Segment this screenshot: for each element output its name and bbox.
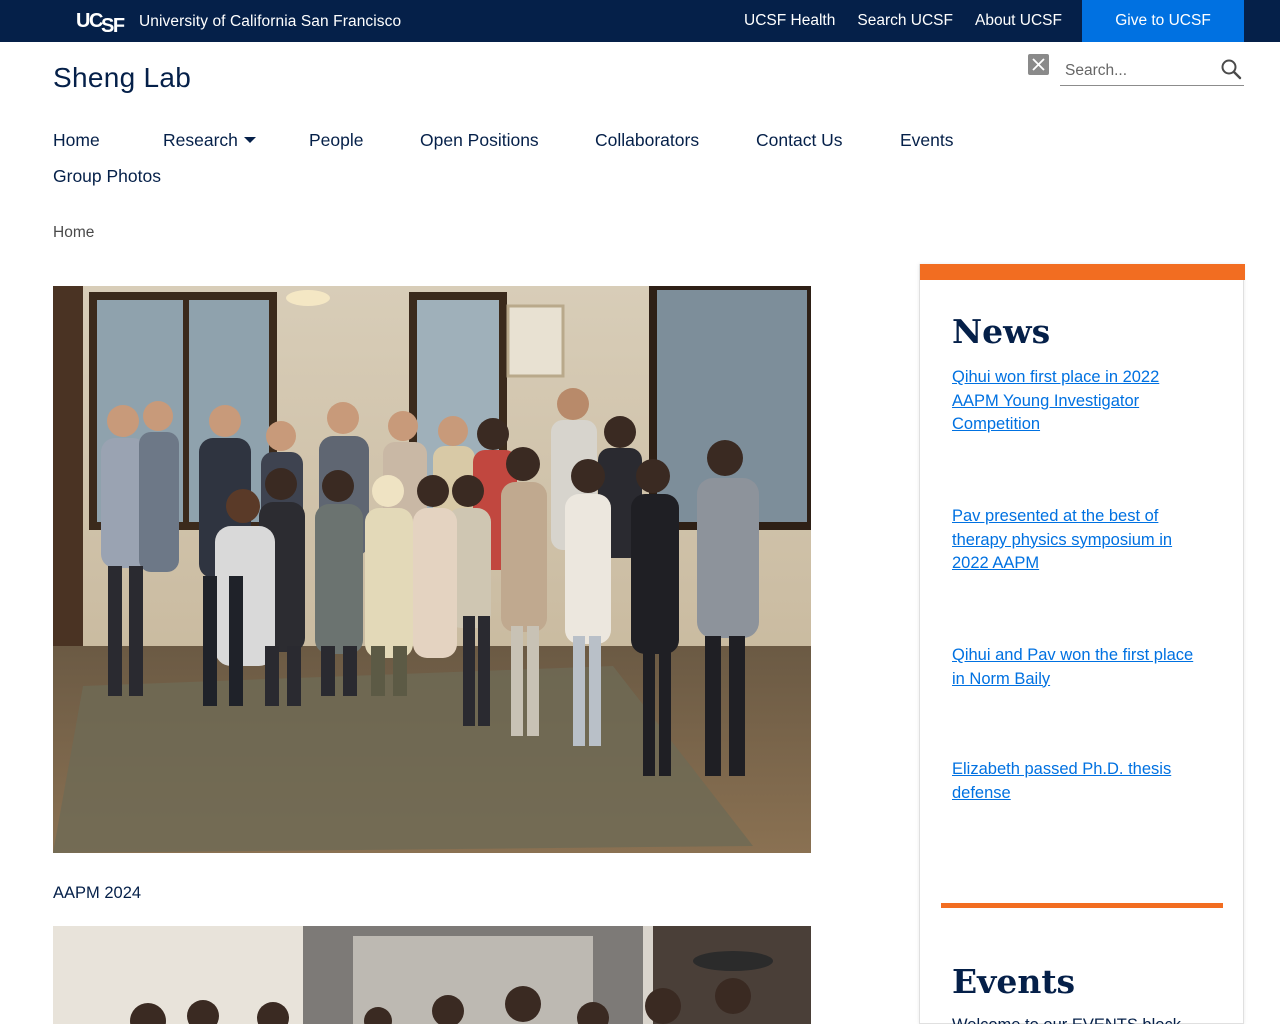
nav-open-positions[interactable]: Open Positions (420, 130, 539, 151)
nav-collaborators[interactable]: Collaborators (595, 130, 699, 151)
university-name[interactable]: University of California San Francisco (139, 13, 401, 31)
events-heading: Events (952, 962, 1076, 1001)
photo-caption: AAPM 2024 (53, 884, 142, 902)
ucsf-health-link[interactable]: UCSF Health (744, 12, 835, 30)
x-icon[interactable] (1028, 54, 1049, 75)
give-to-ucsf-button[interactable]: Give to UCSF (1082, 0, 1244, 42)
svg-text:UC: UC (76, 10, 103, 32)
news-item[interactable]: Pav presented at the best of therapy phy… (952, 505, 1202, 576)
ucsf-top-bar: UC SF University of California San Franc… (0, 0, 1280, 42)
news-item[interactable]: Qihui won first place in 2022 AAPM Young… (952, 366, 1202, 437)
site-title[interactable]: Sheng Lab (53, 62, 191, 94)
search-ucsf-link[interactable]: Search UCSF (857, 12, 953, 30)
top-links: UCSF Health Search UCSF About UCSF Give … (744, 0, 1280, 42)
sidebar-accent-bar (920, 264, 1245, 280)
sidebar-divider (941, 903, 1223, 908)
nav-events[interactable]: Events (900, 130, 954, 151)
search-box (1060, 56, 1244, 86)
nav-contact-us[interactable]: Contact Us (756, 130, 843, 151)
ucsf-logo[interactable]: UC SF (76, 8, 128, 34)
group-photo-second (53, 926, 811, 1024)
nav-people[interactable]: People (309, 130, 364, 151)
events-text: Welcome to our EVENTS block (952, 1016, 1181, 1024)
breadcrumb-home[interactable]: Home (53, 224, 94, 241)
about-ucsf-link[interactable]: About UCSF (975, 12, 1062, 30)
news-heading: News (952, 312, 1051, 351)
search-icon[interactable] (1220, 58, 1242, 80)
nav-group-photos[interactable]: Group Photos (53, 166, 161, 187)
caret-down-icon[interactable] (243, 137, 256, 143)
group-photo-aapm-2024 (53, 286, 811, 853)
nav-home[interactable]: Home (53, 130, 100, 151)
nav-research-label: Research (163, 130, 238, 150)
search-input[interactable] (1065, 60, 1215, 82)
nav-research[interactable]: Research (163, 130, 256, 151)
news-item[interactable]: Qihui and Pav won the first place in Nor… (952, 644, 1202, 691)
news-item[interactable]: Elizabeth passed Ph.D. thesis defense (952, 758, 1202, 805)
svg-text:SF: SF (101, 15, 125, 34)
sidebar: News Qihui won first place in 2022 AAPM … (919, 264, 1245, 1024)
breadcrumb: Home (53, 224, 94, 242)
